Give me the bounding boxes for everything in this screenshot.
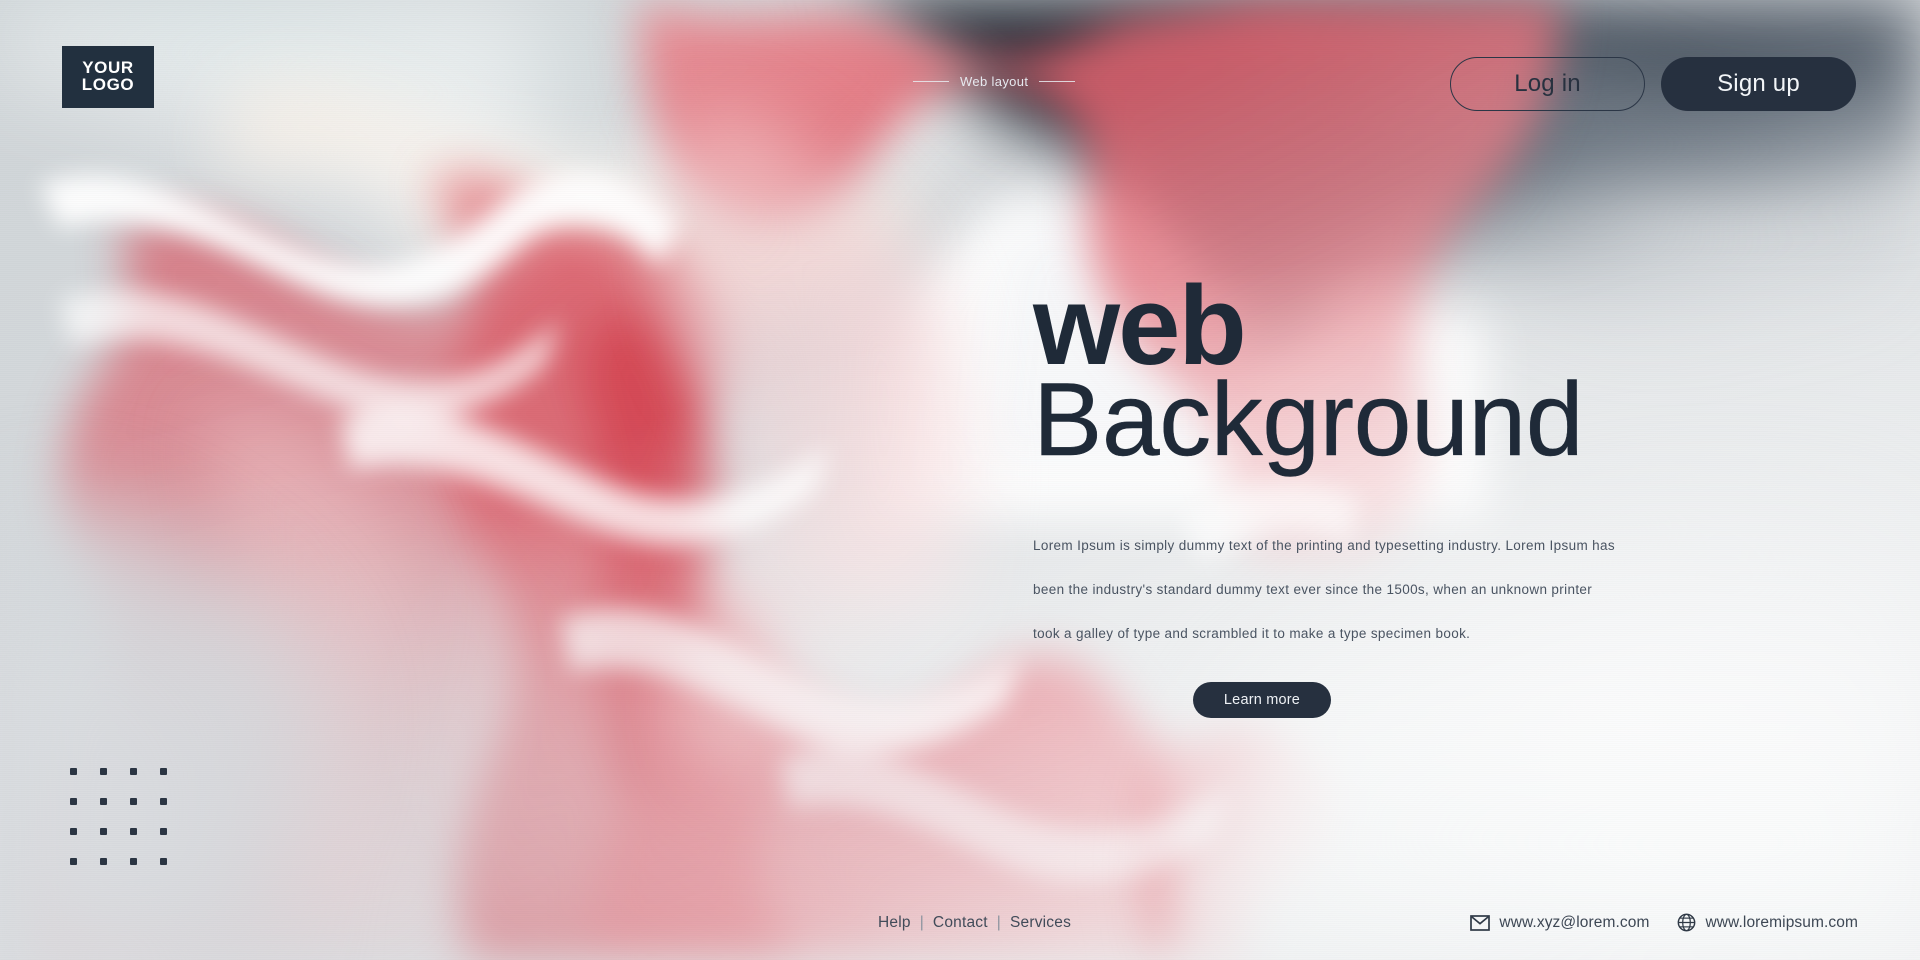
square-dot <box>130 798 137 805</box>
tag-rule-left <box>913 81 949 82</box>
logo-badge[interactable]: YOUR LOGO <box>62 46 154 108</box>
square-dot <box>130 828 137 835</box>
footer-email-text: www.xyz@lorem.com <box>1499 913 1650 931</box>
signup-button[interactable]: Sign up <box>1661 57 1856 111</box>
square-dot <box>160 858 167 865</box>
footer-email[interactable]: www.xyz@lorem.com <box>1470 914 1649 932</box>
square-dot <box>130 768 137 775</box>
square-dot <box>130 858 137 865</box>
square-dot <box>70 828 77 835</box>
footer-contacts: www.xyz@lorem.com www.loremipsum.com <box>1470 913 1858 932</box>
square-dot <box>100 858 107 865</box>
hero-section: web Background Lorem Ipsum is simply dum… <box>1033 269 1673 719</box>
footer-separator: | <box>919 914 924 931</box>
footer-link-services[interactable]: Services <box>1010 914 1071 932</box>
dot-grid-decoration <box>70 768 190 888</box>
square-dot <box>160 828 167 835</box>
footer-website[interactable]: www.loremipsum.com <box>1677 913 1858 932</box>
square-dot <box>160 768 167 775</box>
logo-line-2: LOGO <box>81 75 135 94</box>
footer-links: Help | Contact | Services <box>878 914 1071 932</box>
auth-buttons: Log in Sign up <box>1450 57 1856 111</box>
square-dot <box>70 858 77 865</box>
envelope-icon <box>1470 914 1491 931</box>
footer-link-contact[interactable]: Contact <box>933 914 988 932</box>
square-dot <box>100 768 107 775</box>
square-dot <box>100 798 107 805</box>
title-thin-word: Background <box>1033 362 1584 479</box>
square-dot <box>70 768 77 775</box>
globe-icon <box>1678 913 1696 932</box>
square-dot <box>100 828 107 835</box>
learn-more-button[interactable]: Learn more <box>1193 682 1331 719</box>
login-button[interactable]: Log in <box>1450 57 1645 111</box>
square-dot <box>160 798 167 805</box>
square-dot <box>70 798 77 805</box>
tag-label: Web layout <box>960 74 1029 89</box>
tag-rule-right <box>1039 81 1076 82</box>
web-layout-tag: Web layout <box>913 74 1076 89</box>
hero-paragraph: Lorem Ipsum is simply dummy text of the … <box>1033 538 1615 642</box>
footer-link-help[interactable]: Help <box>878 914 911 932</box>
landing-page: YOUR LOGO Web layout Log in Sign up web … <box>0 0 1920 960</box>
footer-website-text: www.loremipsum.com <box>1705 913 1858 931</box>
footer-separator: | <box>996 914 1001 931</box>
ui-layer: YOUR LOGO Web layout Log in Sign up web … <box>0 0 1920 960</box>
page-title: web Background <box>1033 269 1673 479</box>
